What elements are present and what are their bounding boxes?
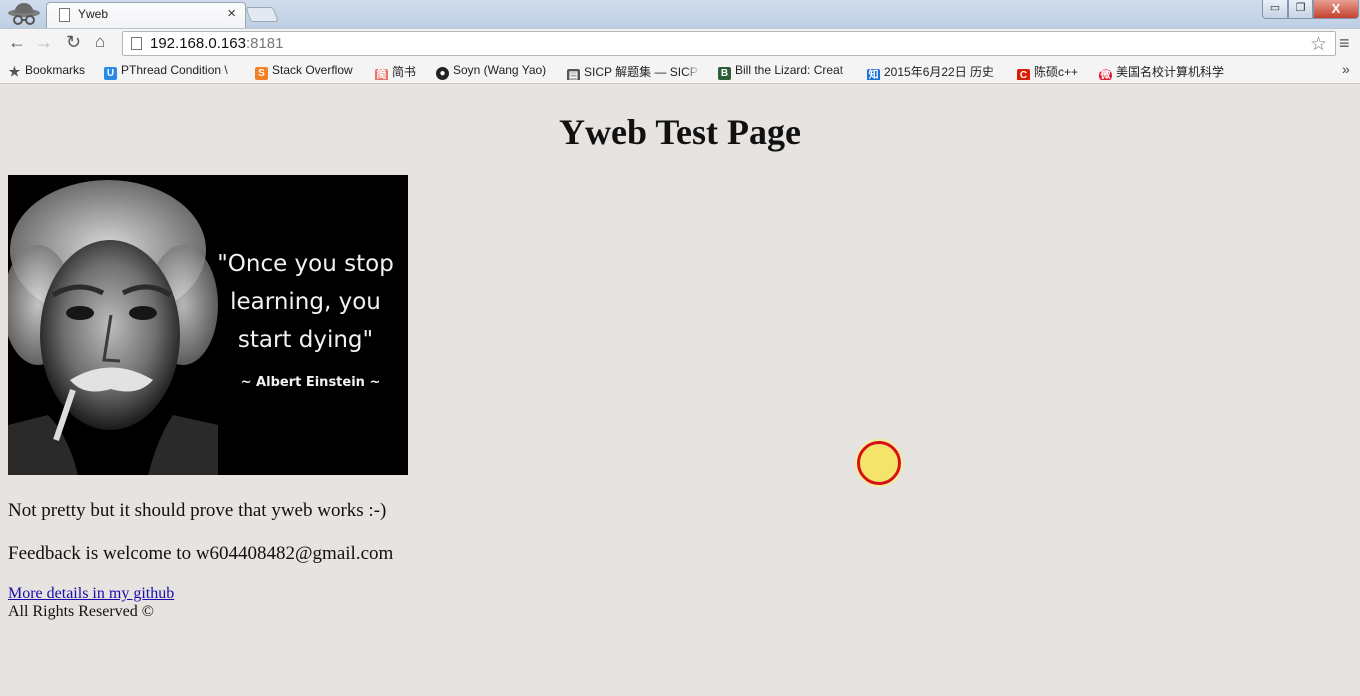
window-titlebar: Yweb × ▭ ❐ X: [0, 0, 1360, 28]
bookmark-stackoverflow[interactable]: S Stack Overflow: [255, 63, 353, 80]
jianshu-icon: 简: [375, 69, 388, 80]
bookmark-star-icon[interactable]: ☆: [1310, 33, 1327, 56]
einstein-quote-image: "Once you stop learning, you start dying…: [8, 175, 408, 475]
quote-text: "Once you stop learning, you start dying…: [217, 251, 394, 353]
bookmark-label: 2015年6月22日 历史: [884, 65, 995, 79]
bookmark-pthread[interactable]: U PThread Condition \: [104, 63, 240, 80]
incognito-icon: [8, 3, 40, 25]
bookmark-bill-lizard[interactable]: B Bill the Lizard: Creat: [718, 63, 853, 80]
new-tab-button[interactable]: [245, 7, 279, 22]
bookmark-label: 简书: [392, 65, 417, 79]
url-host: 192.168.0.163: [150, 35, 246, 52]
browser-toolbar: ← → ↻ ⌂ 192.168.0.163:8181 ☆ ≡: [0, 28, 1360, 59]
bookmark-github-soyn[interactable]: ● Soyn (Wang Yao): [436, 63, 546, 80]
bookmark-zhihu[interactable]: 知 2015年6月22日 历史: [867, 63, 1002, 80]
bookmark-chenshuo[interactable]: C 陈硕c++: [1017, 63, 1078, 80]
bookmark-label: Bill the Lizard: Creat: [735, 63, 844, 77]
csdn-icon: C: [1017, 69, 1030, 80]
bookmarks-label: Bookmarks: [25, 63, 86, 77]
bookmark-label: Soyn (Wang Yao): [453, 63, 547, 77]
forward-arrow-icon[interactable]: →: [35, 32, 53, 53]
bookmark-label: SICP 解题集 — SICP: [584, 65, 698, 79]
page-icon: [59, 8, 70, 22]
rights-footer: All Rights Reserved ©: [8, 603, 154, 620]
bookmarks-overflow-icon[interactable]: »: [1342, 61, 1350, 77]
stackoverflow-icon: S: [255, 67, 268, 80]
intro-text: Not pretty but it should prove that yweb…: [8, 500, 387, 521]
home-icon[interactable]: ⌂: [95, 32, 105, 52]
close-window-button[interactable]: X: [1313, 0, 1359, 19]
uestc-icon: U: [104, 67, 117, 80]
minimize-button[interactable]: ▭: [1262, 0, 1288, 19]
bookmarks-folder[interactable]: ★ Bookmarks: [8, 63, 85, 80]
tab-yweb[interactable]: Yweb ×: [46, 2, 246, 28]
bookmark-label: PThread Condition \: [121, 63, 228, 77]
book-icon: ▤: [567, 69, 580, 80]
mouse-cursor-highlight: [857, 441, 901, 485]
feedback-text: Feedback is welcome to w604408482@gmail.…: [8, 543, 394, 564]
bookmark-label: 陈硕c++: [1034, 65, 1079, 79]
github-link[interactable]: More details in my github: [8, 585, 174, 603]
page-title: Yweb Test Page: [559, 112, 801, 152]
bookmark-cs-schools[interactable]: 微美国名校计算机科学: [1099, 63, 1237, 80]
github-icon: ●: [436, 67, 449, 80]
url-text[interactable]: 192.168.0.163:8181: [150, 35, 283, 52]
weibo-icon: 微: [1099, 69, 1112, 80]
page-content: Yweb Test Page "Once you stop learning, …: [0, 85, 1360, 696]
bookmarks-bar: ★ Bookmarks U PThread Condition \ S Stack O…: [0, 59, 1360, 84]
quote-author: ~ Albert Einstein ~: [240, 375, 381, 390]
reload-icon[interactable]: ↻: [66, 32, 81, 53]
address-bar[interactable]: 192.168.0.163:8181 ☆: [122, 31, 1336, 56]
url-port: :8181: [245, 35, 284, 52]
bookmark-label: 美国名校计算机科学: [1116, 65, 1225, 79]
lizard-icon: B: [718, 67, 731, 80]
maximize-button[interactable]: ❐: [1288, 0, 1313, 19]
bookmark-sicp[interactable]: ▤ SICP 解题集 — SICP: [567, 63, 700, 80]
close-tab-icon[interactable]: ×: [227, 5, 236, 22]
page-icon: [131, 37, 142, 50]
bookmark-jianshu[interactable]: 简简书: [375, 63, 416, 80]
tab-title: Yweb: [78, 7, 109, 21]
einstein-portrait: [8, 180, 218, 475]
star-icon: ★: [8, 64, 21, 79]
back-arrow-icon[interactable]: ←: [8, 32, 26, 53]
menu-icon[interactable]: ≡: [1339, 33, 1350, 54]
zhihu-icon: 知: [867, 69, 880, 80]
bookmark-label: Stack Overflow: [272, 63, 353, 77]
